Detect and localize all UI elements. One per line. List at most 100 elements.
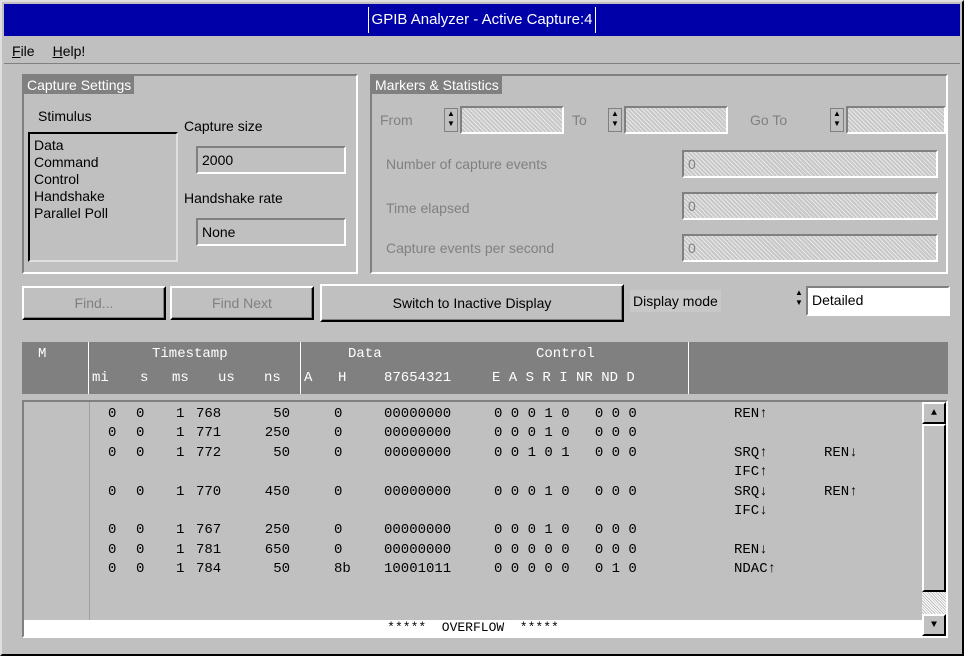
handshake-rate-label: Handshake rate bbox=[184, 190, 283, 206]
menu-bar: File Help! bbox=[4, 38, 960, 64]
vertical-scrollbar[interactable]: ▲ ▼ bbox=[922, 402, 946, 636]
cell-ns: 450 bbox=[264, 483, 290, 500]
table-row[interactable]: IFC↓ bbox=[24, 503, 904, 522]
cell-s: 0 bbox=[136, 425, 145, 442]
table-row[interactable]: 0 0 1 770 450 0 00000000 0 0 0 1 0 0 0 0 SRQ↓ REN… bbox=[24, 484, 904, 503]
cell-control: 0 0 0 1 0 0 0 0 bbox=[494, 406, 637, 422]
cell-s: 0 bbox=[136, 444, 145, 461]
cell-mi: 0 bbox=[108, 561, 117, 578]
table-row[interactable]: 0 0 1 768 50 0 00000000 0 0 0 1 0 0 0 0 REN↑ bbox=[24, 406, 904, 425]
header-control: Control bbox=[536, 346, 595, 362]
menu-file[interactable]: File bbox=[12, 43, 35, 59]
cell-s: 0 bbox=[136, 561, 145, 578]
stimulus-item[interactable]: Handshake bbox=[34, 188, 172, 205]
to-label: To bbox=[572, 112, 587, 128]
cell-mi: 0 bbox=[108, 444, 117, 461]
scroll-down-button[interactable]: ▼ bbox=[922, 614, 946, 636]
header-bits: 87654321 bbox=[384, 370, 452, 386]
from-field[interactable] bbox=[460, 106, 564, 134]
header-a: A bbox=[304, 370, 313, 386]
table-row[interactable]: IFC↑ bbox=[24, 464, 904, 483]
goto-field[interactable] bbox=[846, 106, 946, 134]
cell-s: 0 bbox=[136, 483, 145, 500]
cell-event: REN↑ bbox=[824, 483, 858, 500]
stimulus-list[interactable]: Data Command Control Handshake Parallel … bbox=[28, 132, 178, 262]
window-title: GPIB Analyzer - Active Capture:4 bbox=[367, 7, 597, 33]
table-row[interactable]: 0 0 1 784 50 8b 10001011 0 0 0 0 0 0 1 0 NDAC↑ bbox=[24, 561, 904, 580]
cell-bits: 00000000 bbox=[384, 406, 452, 422]
display-mode-spinner[interactable]: ▲ ▼ bbox=[792, 288, 806, 314]
cell-ns: 250 bbox=[264, 425, 290, 442]
markers-statistics-group: Markers & Statistics From ▲ ▼ To ▲ ▼ Go To… bbox=[370, 74, 948, 274]
find-next-button[interactable]: Find Next bbox=[170, 286, 314, 320]
cell-control: 0 0 0 1 0 0 0 0 bbox=[494, 483, 637, 500]
capture-settings-title: Capture Settings bbox=[24, 76, 135, 94]
cell-us: 768 bbox=[196, 406, 222, 422]
cell-h: 0 bbox=[334, 541, 343, 558]
cell-s: 0 bbox=[136, 522, 145, 539]
display-mode-field[interactable]: Detailed bbox=[806, 286, 950, 316]
stimulus-item[interactable]: Command bbox=[34, 154, 172, 171]
to-spinner[interactable]: ▲ ▼ bbox=[608, 108, 622, 132]
header-ms: ms bbox=[172, 370, 189, 386]
cell-bits: 00000000 bbox=[384, 425, 452, 442]
capture-list[interactable]: 0 0 1 768 50 0 00000000 0 0 0 1 0 0 0 0 REN↑ 0 0 1 7… bbox=[22, 400, 948, 638]
cell-control: 0 0 0 0 0 0 1 0 bbox=[494, 561, 637, 578]
cell-us: 781 bbox=[196, 541, 222, 558]
cell-control: 0 0 0 1 0 0 0 0 bbox=[494, 522, 637, 539]
cell-ms: 1 bbox=[176, 561, 185, 578]
scroll-up-button[interactable]: ▲ bbox=[922, 402, 946, 424]
cell-ns: 250 bbox=[264, 522, 290, 539]
cell-ns: 50 bbox=[273, 561, 290, 578]
table-row[interactable]: 0 0 1 781 650 0 00000000 0 0 0 0 0 0 0 0 REN↓ bbox=[24, 542, 904, 561]
time-elapsed-field: 0 bbox=[682, 192, 938, 220]
num-events-label: Number of capture events bbox=[386, 156, 548, 172]
stimulus-item[interactable]: Control bbox=[34, 171, 172, 188]
header-separator bbox=[688, 342, 689, 394]
handshake-rate-field[interactable]: None bbox=[196, 218, 346, 246]
scroll-thumb[interactable] bbox=[922, 424, 946, 592]
cell-us: 772 bbox=[196, 444, 222, 461]
display-mode-label: Display mode bbox=[630, 290, 721, 312]
cell-event: IFC↑ bbox=[734, 464, 768, 481]
to-field[interactable] bbox=[624, 106, 728, 134]
markers-statistics-title: Markers & Statistics bbox=[372, 76, 502, 94]
table-row[interactable]: 0 0 1 767 250 0 00000000 0 0 0 1 0 0 0 0 bbox=[24, 522, 904, 541]
table-row[interactable]: 0 0 1 771 250 0 00000000 0 0 0 1 0 0 0 0 bbox=[24, 425, 904, 444]
overflow-row: ***** OVERFLOW ***** bbox=[24, 620, 922, 636]
cell-bits: 00000000 bbox=[384, 444, 452, 461]
cell-bits: 00000000 bbox=[384, 541, 452, 558]
cell-h: 0 bbox=[334, 425, 343, 442]
stimulus-item[interactable]: Data bbox=[34, 137, 172, 154]
menu-help[interactable]: Help! bbox=[53, 43, 86, 59]
cell-control: 0 0 0 0 0 0 0 0 bbox=[494, 541, 637, 558]
capture-size-label: Capture size bbox=[184, 118, 263, 134]
cell-us: 771 bbox=[196, 425, 222, 442]
capture-size-field[interactable]: 2000 bbox=[196, 146, 346, 174]
events-per-sec-label: Capture events per second bbox=[386, 240, 555, 256]
cell-bits: 10001011 bbox=[384, 561, 452, 578]
header-s: s bbox=[140, 370, 149, 386]
cell-h: 0 bbox=[334, 483, 343, 500]
stimulus-item[interactable]: Parallel Poll bbox=[34, 205, 172, 222]
cell-mi: 0 bbox=[108, 406, 117, 422]
cell-h: 0 bbox=[334, 406, 343, 422]
header-timestamp: Timestamp bbox=[152, 346, 228, 362]
cell-event: SRQ↑ bbox=[734, 444, 768, 461]
goto-label: Go To bbox=[750, 112, 788, 128]
cell-us: 767 bbox=[196, 522, 222, 539]
from-spinner[interactable]: ▲ ▼ bbox=[444, 108, 458, 132]
cell-event: REN↓ bbox=[734, 541, 768, 558]
header-ns: ns bbox=[264, 370, 281, 386]
cell-h: 0 bbox=[334, 444, 343, 461]
table-header: M Timestamp mi s ms us ns Data A H 87654… bbox=[22, 342, 948, 394]
goto-spinner[interactable]: ▲ ▼ bbox=[830, 108, 844, 132]
cell-s: 0 bbox=[136, 541, 145, 558]
stimulus-label: Stimulus bbox=[38, 108, 92, 124]
find-button[interactable]: Find... bbox=[22, 286, 166, 320]
cell-s: 0 bbox=[136, 406, 145, 422]
header-separator bbox=[300, 342, 301, 394]
table-row[interactable]: 0 0 1 772 50 0 00000000 0 0 1 0 1 0 0 0 SRQ↑ REN↓ bbox=[24, 445, 904, 464]
switch-display-button[interactable]: Switch to Inactive Display bbox=[320, 284, 624, 322]
header-separator bbox=[88, 342, 89, 394]
